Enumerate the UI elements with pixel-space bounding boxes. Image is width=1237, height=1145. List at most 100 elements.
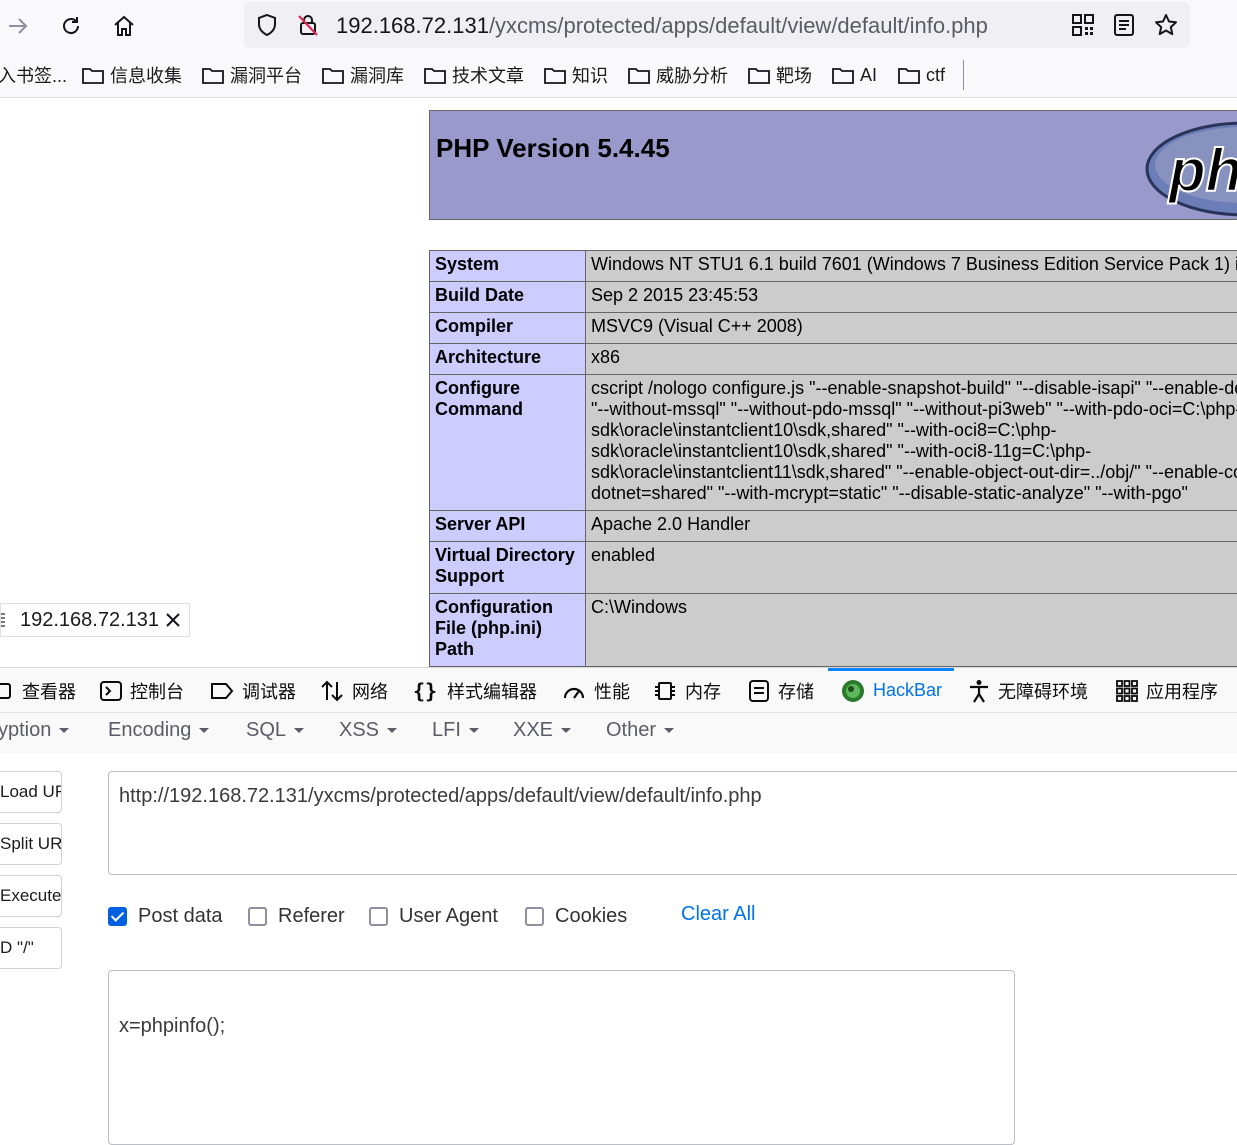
folder-icon [202,66,224,84]
checkbox-icon[interactable] [369,907,388,926]
bookmark-label: 威胁分析 [656,62,728,88]
post-data-value: x=phpinfo(); [119,1015,225,1038]
tab-network[interactable]: 网络 [320,668,388,713]
bookmark-import[interactable]: 入书签... [0,63,67,87]
tab-memory[interactable]: 内存 [653,668,721,713]
menu-lfi[interactable]: LFI [432,719,479,742]
caret-down-icon [469,728,479,733]
bookmarks-separator [963,60,964,90]
row-key: Virtual Directory Support [430,542,586,594]
bookmark-folder-threat-analysis[interactable]: 威胁分析 [628,63,728,87]
storage-icon [748,679,770,703]
row-value: Windows NT STU1 6.1 build 7601 (Windows … [586,251,1237,282]
url-text[interactable]: 192.168.72.131/yxcms/protected/apps/defa… [336,13,988,39]
shield-icon[interactable] [256,13,278,37]
tab-application[interactable]: 应用程序 [1116,668,1218,713]
hackbar-menu: yption Encoding SQL XSS LFI XXE Other [0,713,1237,753]
reader-view-icon[interactable] [1113,13,1135,37]
option-label: Post data [138,905,223,928]
referer-checkbox[interactable]: Referer [248,903,345,929]
accessibility-icon [968,679,990,703]
bookmark-folder-ai[interactable]: AI [832,63,877,87]
configure-line: "--without-mssql" "--without-pdo-mssql" … [591,399,1237,420]
bookmark-star-icon[interactable] [1154,13,1178,37]
menu-xxe[interactable]: XXE [513,719,571,742]
menu-xss[interactable]: XSS [339,719,397,742]
bookmark-folder-vuln-platform[interactable]: 漏洞平台 [202,63,302,87]
checkbox-icon[interactable] [525,907,544,926]
post-data-textarea[interactable]: x=phpinfo(); [108,970,1015,1145]
table-row: Architecture x86 [430,344,1237,375]
bookmark-label: 入书签... [0,62,67,88]
url-path: /yxcms/protected/apps/default/view/defau… [489,13,988,38]
row-value: x86 [586,344,1237,375]
tab-label: 应用程序 [1146,678,1218,704]
bookmark-folder-tech-articles[interactable]: 技术文章 [424,63,524,87]
cookies-checkbox[interactable]: Cookies [525,903,627,929]
close-icon[interactable] [165,612,181,628]
table-row: Build Date Sep 2 2015 23:45:53 [430,282,1237,313]
clear-all-button[interactable]: Clear All [681,903,755,926]
row-key: Server API [430,511,586,542]
user-agent-checkbox[interactable]: User Agent [369,903,498,929]
row-key: Architecture [430,344,586,375]
tab-accessibility[interactable]: 无障碍环境 [968,668,1088,713]
tab-hackbar[interactable]: HackBar [841,668,942,713]
execute-button[interactable]: Execute [0,875,62,917]
qr-code-icon[interactable] [1071,13,1095,37]
menu-other[interactable]: Other [606,719,674,742]
add-slash-button[interactable]: D "/" [0,927,62,969]
row-key: Configure Command [430,375,586,511]
tab-storage[interactable]: 存储 [748,668,814,713]
inspector-icon [0,681,14,701]
network-icon [320,680,344,702]
home-icon [112,14,136,38]
home-button[interactable] [106,8,142,44]
phpinfo-table: System Windows NT STU1 6.1 build 7601 (W… [429,250,1237,667]
row-value: Apache 2.0 Handler [586,511,1237,542]
tab-debugger[interactable]: 调试器 [210,668,296,713]
bookmark-folder-info-gathering[interactable]: 信息收集 [82,63,182,87]
configure-line: dotnet=shared" "--with-mcrypt=static" "-… [591,483,1237,504]
tab-label: 性能 [594,678,630,704]
row-key: System [430,251,586,282]
tab-label: 控制台 [130,678,184,704]
hackbar-icon [841,679,865,703]
tab-style-editor[interactable]: {}样式编辑器 [413,668,537,713]
load-url-button[interactable]: Load URL [0,771,62,813]
tab-console[interactable]: 控制台 [100,668,184,713]
bookmark-folder-ctf[interactable]: ctf [898,63,945,87]
checkbox-checked-icon[interactable] [108,907,127,926]
bookmark-folder-vuln-db[interactable]: 漏洞库 [322,63,404,87]
split-url-button[interactable]: Split URL [0,823,62,865]
tab-performance[interactable]: 性能 [562,668,630,713]
url-textarea[interactable]: http://192.168.72.131/yxcms/protected/ap… [108,771,1237,875]
menu-encoding[interactable]: Encoding [108,719,209,742]
php-logo[interactable]: php [1145,119,1237,219]
svg-text:{}: {} [413,680,437,702]
configure-line: sdk\oracle\instantclient11\sdk,shared" "… [591,462,1237,483]
menu-label: Encoding [108,719,191,741]
forward-button[interactable] [0,8,36,44]
url-bar[interactable]: 192.168.72.131/yxcms/protected/apps/defa… [244,2,1190,48]
tab-label: 网络 [352,678,388,704]
bookmark-label: 漏洞库 [350,62,404,88]
performance-icon [562,680,586,702]
forward-arrow-icon [7,15,29,37]
bookmark-label: 漏洞平台 [230,62,302,88]
menu-sql[interactable]: SQL [246,719,304,742]
menu-encryption[interactable]: yption [0,719,69,742]
caret-down-icon [664,728,674,733]
bookmark-folder-knowledge[interactable]: 知识 [544,63,608,87]
reload-button[interactable] [53,8,89,44]
bookmark-label: 靶场 [776,62,812,88]
bookmark-label: 信息收集 [110,62,182,88]
tab-inspector[interactable]: 查看器 [0,668,76,713]
post-data-checkbox[interactable]: Post data [108,903,223,929]
debugger-icon [210,681,234,701]
insecure-lock-icon[interactable] [296,13,320,37]
bookmark-folder-range[interactable]: 靶场 [748,63,812,87]
checkbox-icon[interactable] [248,907,267,926]
bookmark-label: 知识 [572,62,608,88]
console-icon [100,681,122,701]
